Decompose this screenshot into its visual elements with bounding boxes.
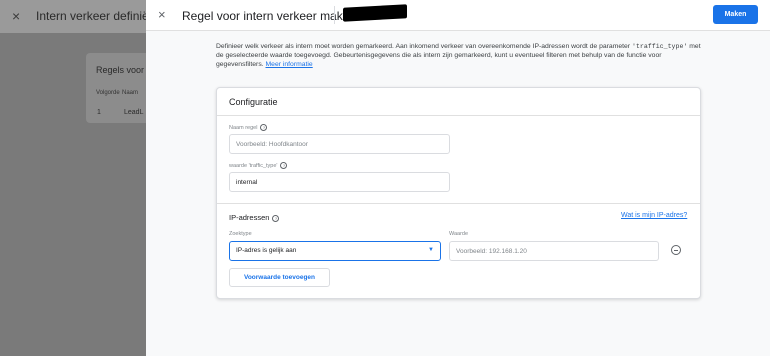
match-type-label: Zoektype (229, 231, 252, 237)
help-icon[interactable]: ? (260, 124, 268, 131)
help-icon[interactable]: ? (280, 162, 288, 169)
create-button[interactable]: Maken (713, 5, 758, 24)
traffic-type-input[interactable] (229, 172, 450, 192)
ip-addresses-title-text: IP-adressen (229, 213, 270, 222)
dialog-title: Regel voor intern verkeer maken (182, 9, 357, 23)
learn-more-link[interactable]: Meer informatie (266, 61, 313, 68)
dialog-header: × Regel voor intern verkeer maken Maken (146, 0, 770, 31)
card-divider (217, 203, 700, 204)
traffic-type-label-text: waarde 'traffic_type' (229, 162, 278, 169)
background-row-order: 1 (97, 109, 101, 116)
rule-name-input[interactable] (229, 134, 450, 154)
redacted-account-name (343, 4, 407, 22)
configuration-title: Configuratie (229, 97, 278, 107)
value-label: Waarde (449, 231, 469, 237)
background-col-order: Volgorde (96, 90, 120, 96)
match-type-value: IP-adres is gelijk aan (236, 247, 297, 254)
background-col-name: Naam (122, 90, 139, 96)
background-card-title: Regels voor i (96, 65, 149, 75)
ip-value-input[interactable] (449, 241, 659, 261)
remove-condition-icon[interactable] (671, 245, 681, 255)
card-divider (217, 115, 700, 116)
configuration-card: Configuratie Naam regel? waarde 'traffic… (216, 87, 701, 299)
what-is-my-ip-link[interactable]: Wat is mijn IP-adres? (621, 212, 687, 219)
traffic-type-label: waarde 'traffic_type'? (229, 162, 288, 169)
help-icon[interactable]: ? (272, 214, 280, 222)
ip-addresses-title: IP-adressen? (229, 213, 280, 222)
intro-text-part1: Definieer welk verkeer als intern moet w… (216, 43, 632, 50)
add-condition-button[interactable]: Voorwaarde toevoegen (229, 268, 330, 287)
background-row-name: LeadL (124, 109, 144, 116)
header-divider (334, 6, 335, 24)
close-icon[interactable]: × (158, 7, 166, 22)
intro-text: Definieer welk verkeer als intern moet w… (216, 42, 706, 69)
dropdown-caret-icon: ▼ (428, 247, 434, 253)
intro-code: 'traffic_type' (631, 43, 688, 50)
background-panel: × Intern verkeer definiëren Regels voor … (0, 0, 166, 356)
create-rule-dialog: × Regel voor intern verkeer maken Maken … (146, 0, 770, 356)
match-type-select[interactable]: IP-adres is gelijk aan ▼ (229, 241, 441, 261)
rule-name-label: Naam regel? (229, 124, 268, 131)
rule-name-label-text: Naam regel (229, 124, 258, 131)
background-close-icon: × (12, 8, 21, 24)
